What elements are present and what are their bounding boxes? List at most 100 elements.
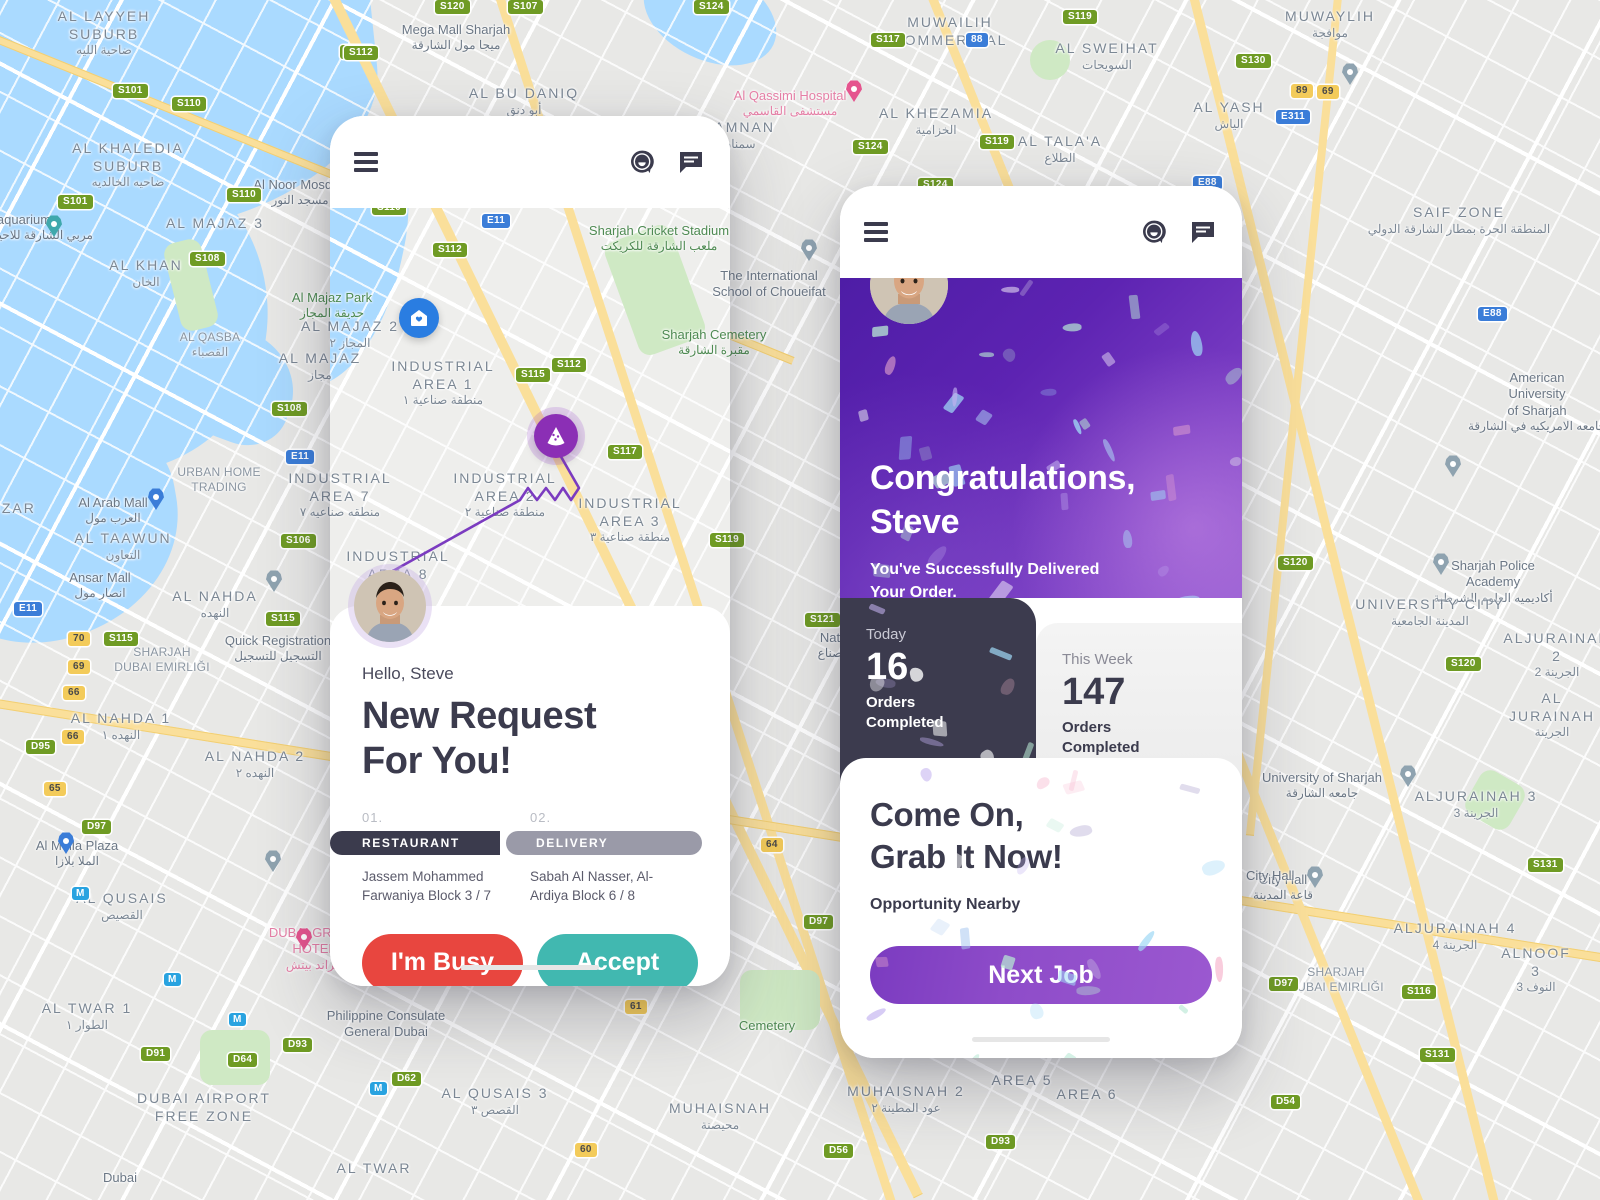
route-shield: 89	[1291, 84, 1313, 98]
confetti-piece	[920, 735, 945, 748]
route-shield: S124	[694, 0, 729, 14]
route-shield: E88	[1478, 307, 1507, 321]
confetti-piece	[1229, 456, 1242, 467]
avatar[interactable]	[870, 278, 948, 324]
confetti-piece	[919, 764, 935, 783]
confetti-piece	[1214, 955, 1224, 983]
route-shield: S106	[281, 534, 316, 548]
next-job-button[interactable]: Next Job	[870, 946, 1212, 1005]
action-buttons: I'm Busy Accept	[362, 933, 698, 986]
route-shield: S108	[190, 252, 225, 266]
route-shield: 65	[44, 782, 66, 796]
route-shield: S119	[1063, 10, 1098, 24]
route-shield: D93	[283, 1038, 313, 1052]
stat-value: 16	[866, 646, 909, 688]
route-shield: M	[72, 887, 89, 900]
confetti-piece	[928, 917, 951, 936]
phone2-appbar-actions	[1140, 218, 1216, 246]
route-shield: D97	[82, 820, 112, 834]
confetti-piece	[1079, 417, 1092, 431]
route-shield: S107	[508, 0, 543, 14]
headset-support-icon[interactable]	[628, 148, 656, 176]
im-busy-button[interactable]: I'm Busy	[362, 933, 523, 986]
route-shield: 60	[575, 1143, 597, 1157]
route-shield: D91	[141, 1047, 171, 1061]
park-area	[1030, 40, 1070, 80]
route-shield: S124	[853, 140, 888, 154]
greeting-text: Hello, Steve	[362, 664, 454, 683]
step-pill-restaurant[interactable]: RESTAURANT	[330, 830, 500, 855]
step-restaurant: 01.	[362, 810, 530, 831]
congratulations-subtitle: You've Successfully Delivered Your Order…	[870, 561, 1100, 598]
step-number: 02.	[530, 809, 552, 825]
avatar-photo	[354, 570, 426, 642]
confetti-piece	[1000, 346, 1018, 365]
new-request-sheet: Hello, Steve New Request For You! 01. 02…	[330, 570, 730, 986]
step-number: 01.	[362, 809, 384, 825]
route-shield: 64	[761, 838, 783, 852]
route-shield: D97	[804, 915, 834, 929]
route-shield: D54	[1271, 1095, 1301, 1109]
route-shield: S110	[172, 97, 207, 111]
confetti-piece	[1172, 424, 1191, 437]
confetti-piece	[1177, 1003, 1189, 1015]
route-shield: D56	[824, 1144, 854, 1158]
confetti-piece	[1062, 1052, 1077, 1058]
page-title: New Request For You!	[362, 695, 597, 782]
avatar-photo	[870, 278, 948, 324]
confetti-piece	[867, 603, 886, 616]
confetti-piece	[1040, 387, 1058, 397]
chat-message-icon[interactable]	[1190, 219, 1216, 245]
route-shield: S110	[227, 188, 262, 202]
hamburger-icon[interactable]	[864, 222, 888, 242]
order-steps: 01. 02.	[362, 810, 698, 831]
step-pill-row: DELIVERY RESTAURANT	[330, 830, 702, 855]
confetti-piece	[872, 325, 889, 338]
hamburger-icon[interactable]	[354, 152, 378, 172]
avatar[interactable]	[354, 570, 426, 642]
phone2-app-bar	[840, 186, 1242, 278]
confetti-piece	[942, 392, 965, 414]
route-shield: M	[164, 973, 181, 986]
phone-congratulations: Congratulations, Steve You've Successful…	[840, 186, 1242, 1058]
route-shield: 66	[62, 730, 84, 744]
confetti-piece	[1101, 351, 1116, 367]
pizza-restaurant-marker[interactable]	[534, 414, 578, 458]
route-shield: S117	[871, 33, 906, 47]
park-area	[740, 970, 820, 1030]
home-indicator	[461, 965, 599, 970]
confetti-piece	[1035, 775, 1051, 792]
map-background: AL LAYYEH SUBURB ضاحية الليه AL KHALEDIA S…	[0, 0, 1600, 1200]
route-shield: S108	[272, 402, 307, 416]
route-shield: S131	[1528, 858, 1563, 872]
route-shield: S131	[1420, 1048, 1455, 1062]
step-pill-delivery[interactable]: DELIVERY	[506, 830, 702, 855]
confetti-piece	[1189, 331, 1205, 357]
confetti-piece	[1068, 769, 1079, 792]
route-shield: E311	[1276, 110, 1311, 124]
headset-support-icon[interactable]	[1140, 218, 1168, 246]
home-pin-marker[interactable]	[399, 298, 439, 338]
confetti-piece	[978, 351, 995, 358]
stat-value: 147	[1062, 671, 1126, 713]
restaurant-address: Jassem Mohammed Farwaniya Block 3 / 7	[362, 868, 492, 904]
stat-description: Orders Completed	[866, 693, 944, 732]
route-shield: E11	[286, 450, 315, 464]
confetti-piece	[1128, 294, 1141, 319]
confetti-piece	[883, 354, 899, 377]
route-shield: 88	[966, 33, 988, 47]
chat-message-icon[interactable]	[678, 149, 704, 175]
route-shield: S120	[1278, 556, 1313, 570]
accept-button[interactable]: Accept	[537, 933, 698, 986]
route-shield: S101	[113, 84, 148, 98]
stat-card-today: Today 16 Orders Completed	[840, 598, 1036, 783]
route-shield: E11	[14, 602, 43, 616]
route-shield: S130	[1236, 54, 1271, 68]
route-shield: M	[370, 1082, 387, 1095]
confetti-piece	[951, 388, 958, 408]
congratulations-hero: Congratulations, Steve You've Successful…	[840, 278, 1242, 598]
confetti-piece	[1027, 1001, 1046, 1021]
route-shield: S120	[1446, 657, 1481, 671]
route-shield: D64	[228, 1053, 258, 1067]
confetti-piece	[1054, 916, 1076, 939]
